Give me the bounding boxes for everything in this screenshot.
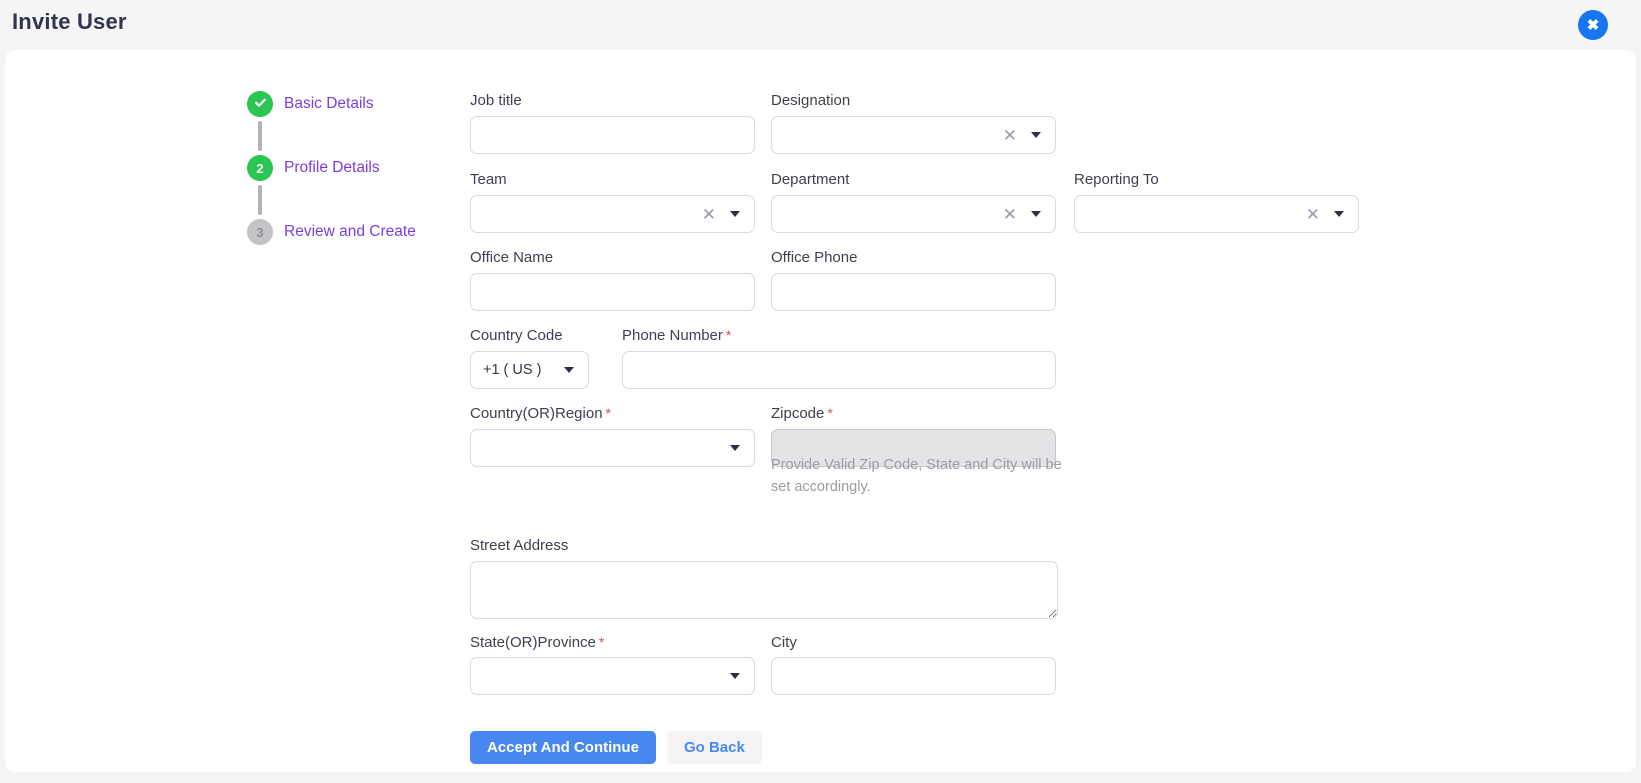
chevron-down-icon[interactable] [1031, 211, 1041, 217]
city-input[interactable] [771, 657, 1056, 695]
reporting-to-select[interactable]: ✕ [1074, 195, 1359, 233]
step-connector [258, 121, 262, 151]
country-region-label-text: Country(OR)Region [470, 405, 603, 422]
step-basic-details[interactable]: Basic Details [247, 91, 416, 117]
step-profile-details[interactable]: 2 Profile Details [247, 155, 416, 181]
chevron-down-icon[interactable] [730, 211, 740, 217]
country-region-label: Country(OR)Region * [470, 405, 611, 422]
team-select[interactable]: ✕ [470, 195, 755, 233]
modal-header: Invite User ✖ [0, 0, 1641, 50]
step-1-label: Basic Details [284, 95, 374, 112]
step-3-label: Review and Create [284, 223, 416, 240]
office-name-input[interactable] [470, 273, 755, 311]
department-select[interactable]: ✕ [771, 195, 1056, 233]
country-region-select[interactable] [470, 429, 755, 467]
required-asterisk: * [725, 327, 732, 343]
form-actions: Accept And Continue Go Back [470, 731, 762, 764]
clear-x-icon[interactable]: ✕ [1003, 127, 1017, 144]
country-code-select[interactable]: +1 ( US ) [470, 351, 589, 389]
designation-select[interactable]: ✕ [771, 116, 1056, 154]
check-icon [253, 95, 268, 113]
zipcode-label: Zipcode * [771, 405, 833, 422]
step-connector [258, 185, 262, 215]
designation-label: Designation [771, 92, 851, 109]
required-asterisk: * [827, 405, 833, 421]
close-button[interactable]: ✖ [1578, 10, 1608, 40]
chevron-down-icon [564, 367, 574, 373]
zipcode-label-text: Zipcode [771, 405, 825, 422]
chevron-down-icon [730, 673, 740, 679]
reporting-to-label: Reporting To [1074, 171, 1159, 188]
chevron-down-icon[interactable] [1031, 132, 1041, 138]
office-name-label: Office Name [470, 249, 554, 266]
state-province-label: State(OR)Province * [470, 634, 604, 651]
page-title: Invite User [12, 9, 127, 34]
required-asterisk: * [598, 634, 605, 650]
clear-x-icon[interactable]: ✕ [702, 206, 716, 223]
job-title-label: Job title [470, 92, 522, 109]
phone-number-label: Phone Number * [622, 327, 731, 344]
step-2-indicator: 2 [247, 155, 273, 181]
step-review-and-create[interactable]: 3 Review and Create [247, 219, 416, 245]
step-2-label: Profile Details [284, 159, 380, 176]
wizard-stepper: Basic Details 2 Profile Details 3 Review… [247, 91, 416, 245]
step-1-indicator [247, 91, 273, 117]
chevron-down-icon [730, 445, 740, 451]
clear-x-icon[interactable]: ✕ [1003, 206, 1017, 223]
country-code-value: +1 ( US ) [483, 362, 542, 378]
street-address-label: Street Address [470, 537, 569, 554]
accept-and-continue-button[interactable]: Accept And Continue [470, 731, 656, 764]
state-province-label-text: State(OR)Province [470, 634, 596, 651]
office-phone-label: Office Phone [771, 249, 858, 266]
clear-x-icon[interactable]: ✕ [1306, 206, 1320, 223]
phone-number-input[interactable] [622, 351, 1056, 389]
city-label: City [771, 634, 797, 651]
country-code-label: Country Code [470, 327, 563, 344]
phone-number-label-text: Phone Number [622, 327, 723, 344]
go-back-button[interactable]: Go Back [666, 731, 762, 764]
chevron-down-icon[interactable] [1334, 211, 1344, 217]
street-address-textarea[interactable] [470, 561, 1058, 619]
department-label: Department [771, 171, 850, 188]
team-label: Team [470, 171, 507, 188]
close-icon: ✖ [1586, 16, 1600, 34]
job-title-input[interactable] [470, 116, 755, 154]
step-3-indicator: 3 [247, 219, 273, 245]
zipcode-helper-text: Provide Valid Zip Code, State and City w… [771, 457, 1062, 496]
office-phone-input[interactable] [771, 273, 1056, 311]
invite-user-card: Basic Details 2 Profile Details 3 Review… [5, 50, 1636, 772]
state-province-select[interactable] [470, 657, 755, 695]
required-asterisk: * [605, 405, 611, 421]
